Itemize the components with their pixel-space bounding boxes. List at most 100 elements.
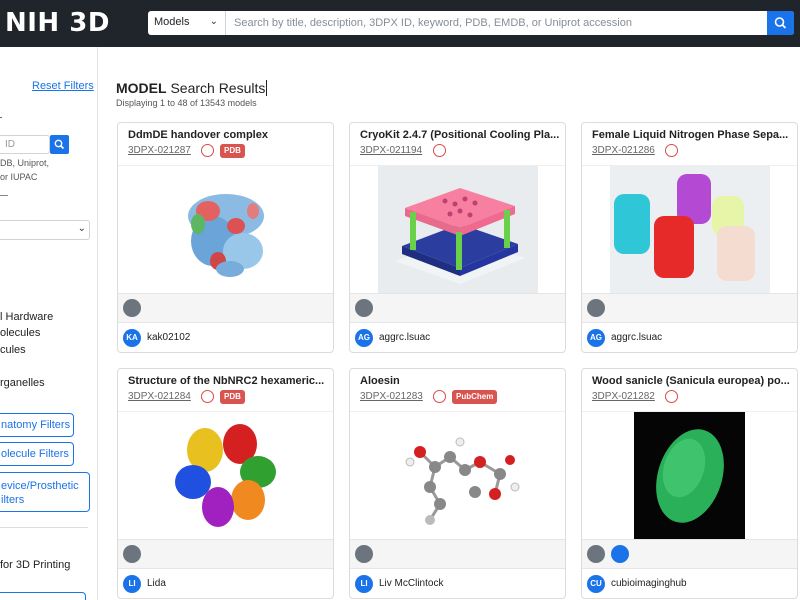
card-id-link[interactable]: 3DPX-021284 xyxy=(128,391,191,402)
author-name[interactable]: cubioimaginghub xyxy=(611,578,687,589)
card-title[interactable]: DdmDE handover complex xyxy=(128,129,328,141)
gear-icon xyxy=(201,144,214,157)
site-logo[interactable]: NIH 3D xyxy=(5,8,110,38)
card-id-link[interactable]: 3DPX-021283 xyxy=(360,391,423,402)
avatar: AG xyxy=(587,329,605,347)
device-button-line-1: evice/Prosthetic xyxy=(1,480,79,492)
search-type-select[interactable]: Models ⌄ xyxy=(148,11,226,35)
anatomy-filters-button[interactable]: natomy Filters xyxy=(0,413,74,437)
model-card[interactable]: Female Liquid Nitrogen Phase Sepa... 3DP… xyxy=(581,122,798,353)
search-input[interactable]: Search by title, description, 3DPX ID, k… xyxy=(234,17,632,29)
search-icon xyxy=(774,17,787,29)
card-title[interactable]: Wood sanicle (Sanicula europea) po... xyxy=(592,375,792,387)
aloesin-molecule-image xyxy=(405,437,520,525)
model-thumbnail[interactable] xyxy=(118,165,333,293)
cube-icon xyxy=(433,144,446,157)
card-author[interactable]: CU cubioimaginghub xyxy=(582,568,797,598)
flask-icon xyxy=(355,299,373,317)
search-icon xyxy=(54,139,65,150)
card-category-bar xyxy=(350,293,565,322)
card-title[interactable]: CryoKit 2.4.7 (Positional Cooling Pla... xyxy=(360,129,560,141)
card-category-bar xyxy=(118,539,333,568)
card-title[interactable]: Structure of the NbNRC2 hexameric... xyxy=(128,375,328,387)
author-name[interactable]: aggrc.lsuac xyxy=(611,332,662,343)
card-author[interactable]: LI Liv McClintock xyxy=(350,568,565,598)
dna-icon xyxy=(123,299,141,317)
model-thumbnail[interactable] xyxy=(582,165,797,294)
hexameric-complex-image xyxy=(175,424,276,527)
chevron-down-icon: ⌄ xyxy=(77,223,86,234)
model-card[interactable]: Wood sanicle (Sanicula europea) po... 3D… xyxy=(581,368,798,599)
card-author[interactable]: LI Lida xyxy=(118,568,333,598)
author-name[interactable]: aggrc.lsuac xyxy=(379,332,430,343)
filter-select[interactable]: ⌄ xyxy=(0,220,90,240)
gear-icon xyxy=(201,390,214,403)
device-prosthetic-filters-button[interactable]: evice/Prosthetic ilters xyxy=(0,472,90,512)
model-card[interactable]: DdmDE handover complex 3DPX-021287 PDB K… xyxy=(117,122,334,353)
card-id-link[interactable]: 3DPX-021194 xyxy=(360,145,422,156)
author-name[interactable]: Lida xyxy=(147,578,166,589)
molecule-icon xyxy=(355,545,373,563)
top-navbar: NIH 3D Models ⌄ Search by title, descrip… xyxy=(0,0,800,47)
model-thumbnail[interactable] xyxy=(350,411,565,539)
card-author[interactable]: AG aggrc.lsuac xyxy=(350,322,565,352)
avatar: LI xyxy=(355,575,373,593)
sidebar-bottom-button[interactable] xyxy=(0,592,86,600)
card-id-link[interactable]: 3DPX-021282 xyxy=(592,391,655,402)
virus-icon xyxy=(611,545,629,563)
id-hint-line-1: DB, Uniprot, xyxy=(0,158,50,168)
model-card[interactable]: Structure of the NbNRC2 hexameric... 3DP… xyxy=(117,368,334,599)
nitrogen-phase-separator-image xyxy=(610,166,770,294)
for-3d-printing-option[interactable]: for 3D Printing xyxy=(0,559,70,571)
sidebar-divider xyxy=(0,527,88,528)
protein-structure-image xyxy=(188,194,264,277)
device-button-line-2: ilters xyxy=(1,494,25,506)
pubchem-badge: PubChem xyxy=(452,390,498,404)
pdb-badge: PDB xyxy=(220,390,245,404)
filter-label-fragment xyxy=(0,195,8,196)
id-hint-line-2: or IUPAC xyxy=(0,172,38,182)
dna-icon xyxy=(123,545,141,563)
flask-icon xyxy=(587,299,605,317)
gear-icon xyxy=(433,390,446,403)
cryokit-image xyxy=(378,166,538,294)
author-name[interactable]: Liv McClintock xyxy=(379,578,443,589)
card-id-link[interactable]: 3DPX-021287 xyxy=(128,145,191,156)
card-title[interactable]: Aloesin xyxy=(360,375,560,387)
author-name[interactable]: kak02102 xyxy=(147,332,190,343)
model-thumbnail[interactable] xyxy=(118,411,333,539)
avatar: CU xyxy=(587,575,605,593)
model-card[interactable]: Aloesin 3DPX-021283 PubChem LI Liv McCli… xyxy=(349,368,566,599)
card-category-bar xyxy=(350,539,565,568)
card-author[interactable]: KA kak02102 xyxy=(118,322,333,352)
cube-icon xyxy=(665,144,678,157)
search-button[interactable] xyxy=(767,11,794,35)
pdb-badge: PDB xyxy=(220,144,245,158)
card-category-bar xyxy=(582,539,797,568)
model-thumbnail[interactable] xyxy=(582,411,797,540)
model-card[interactable]: CryoKit 2.4.7 (Positional Cooling Pla...… xyxy=(349,122,566,353)
id-search-input[interactable]: ID xyxy=(0,135,50,154)
reset-filters-link[interactable]: Reset Filters xyxy=(32,80,94,92)
wood-sanicle-pollen-image xyxy=(634,412,745,540)
avatar: KA xyxy=(123,329,141,347)
card-category-bar xyxy=(118,293,333,322)
card-title[interactable]: Female Liquid Nitrogen Phase Sepa... xyxy=(592,129,792,141)
category-option-molecules[interactable]: cules xyxy=(0,344,26,356)
category-option-organelles[interactable]: rganelles xyxy=(0,377,45,389)
category-option-biomolecules[interactable]: olecules xyxy=(0,327,40,339)
pill-icon xyxy=(587,545,605,563)
search-type-value: Models xyxy=(154,16,190,28)
filter-label-fragment xyxy=(0,117,2,118)
results-title: MODEL Search Results xyxy=(116,80,268,96)
filter-sidebar: Reset Filters ID DB, Uniprot, or IUPAC ⌄… xyxy=(0,47,98,600)
id-search-button[interactable] xyxy=(50,135,69,154)
molecule-filters-button[interactable]: olecule Filters xyxy=(0,442,74,466)
search-bar: Models ⌄ Search by title, description, 3… xyxy=(148,11,794,35)
card-author[interactable]: AG aggrc.lsuac xyxy=(582,322,797,352)
category-option-hardware[interactable]: l Hardware xyxy=(0,311,53,323)
cube-icon xyxy=(665,390,678,403)
card-category-bar xyxy=(582,293,797,322)
model-thumbnail[interactable] xyxy=(350,165,565,294)
card-id-link[interactable]: 3DPX-021286 xyxy=(592,145,655,156)
